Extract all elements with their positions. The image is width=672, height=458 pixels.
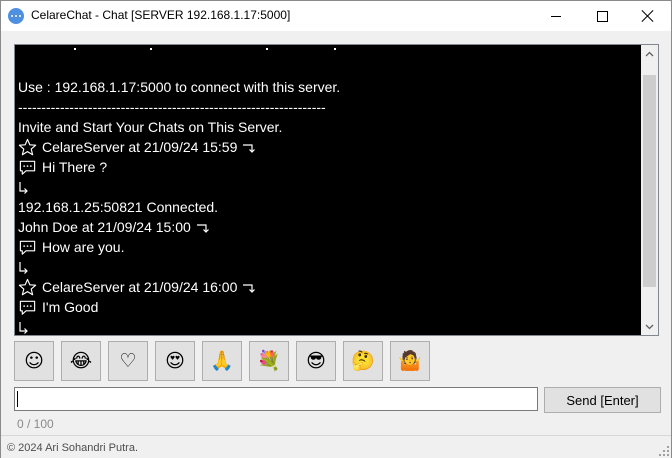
smiling-face-emoji-button[interactable]: ☺ [14,341,54,381]
chat-line-text: John Doe at 21/09/24 15:00 [18,219,191,235]
chat-scrollbar[interactable] [641,45,658,335]
bouquet-emoji-button[interactable]: 💐 [249,341,289,381]
return-arrow-icon [242,279,256,299]
character-counter: 0 / 100 [17,417,54,431]
minimize-button[interactable] [533,1,579,31]
chat-line-text: How are you. [42,239,125,255]
copyright-text: © 2024 Ari Sohandri Putra. [7,442,139,454]
chat-line: John Doe at 21/09/24 15:00 [18,217,638,237]
chevron-up-icon [645,51,654,56]
shrug-emoji-button[interactable]: 🤷 [390,341,430,381]
chat-line [18,45,638,57]
send-button[interactable]: Send [Enter] [544,387,661,413]
chat-line-text: CelareServer at 21/09/24 15:59 [42,139,238,155]
maximize-icon [596,10,608,22]
app-chat-icon [8,8,24,24]
cut-off-text-fragment [74,48,336,50]
chat-line-text: I'm Good [42,299,99,315]
chat-window: CelareChat - Chat [SERVER 192.168.1.17:5… [0,0,672,458]
return-arrow-icon [196,219,209,239]
maximize-button[interactable] [579,1,625,31]
chat-line-text: Invite and Start Your Chats on This Serv… [18,119,283,135]
chat-line: How are you. [18,237,638,257]
speech-bubble-icon [18,297,38,317]
folded-hands-emoji-button[interactable]: 🙏 [202,341,242,381]
chat-line: Hi There ? [18,157,638,177]
thinking-face-emoji-button[interactable]: 🤔 [343,341,383,381]
chat-line: 192.168.1.25:50821 Connected. [18,197,638,217]
chat-line: CelareServer at 21/09/24 16:00 [18,277,638,297]
chat-log[interactable]: Use : 192.168.1.17:5000 to connect with … [14,44,659,336]
chat-line: I'm Good [18,297,638,317]
chat-line-text: Use : 192.168.1.17:5000 to connect with … [18,79,341,95]
title-bar[interactable]: CelareChat - Chat [SERVER 192.168.1.17:5… [1,1,671,31]
window-title: CelareChat - Chat [SERVER 192.168.1.17:5… [31,8,291,22]
minimize-icon [551,15,561,17]
close-icon [642,10,654,22]
status-bar: © 2024 Ari Sohandri Putra. [1,435,671,458]
chat-line: CelareServer at 21/09/24 15:59 [18,137,638,157]
chat-lines: Use : 192.168.1.17:5000 to connect with … [18,45,638,335]
speech-bubble-icon [18,237,38,257]
resize-grip-icon[interactable] [659,446,669,456]
scroll-thumb[interactable] [643,75,656,287]
scroll-down-button[interactable] [641,318,658,335]
text-caret [17,391,18,407]
heart-emoji-button[interactable]: ♡ [108,341,148,381]
chat-line [18,177,638,197]
reply-arrow-icon [18,317,30,335]
chat-line [18,317,638,335]
chat-line-text: Hi There ? [42,159,108,175]
chat-line-text: ----------------------------------------… [18,99,326,115]
star-icon [18,137,38,157]
chat-line: ----------------------------------------… [18,97,638,117]
chevron-down-icon [645,324,654,329]
heart-eyes-emoji-button[interactable]: 😍 [155,341,195,381]
chat-line [18,57,638,77]
tears-of-joy-emoji-button[interactable]: 😂 [61,341,101,381]
chat-line: Invite and Start Your Chats on This Serv… [18,117,638,137]
chat-line [18,257,638,277]
reply-arrow-icon [18,257,30,277]
star-icon [18,277,38,297]
return-arrow-icon [242,139,256,159]
sunglasses-emoji-button[interactable]: 😎 [296,341,336,381]
chat-line-text: 192.168.1.25:50821 Connected. [18,199,219,215]
close-button[interactable] [625,1,671,31]
message-input[interactable] [14,387,538,411]
reply-arrow-icon [18,177,30,197]
chat-line: Use : 192.168.1.17:5000 to connect with … [18,77,638,97]
scroll-up-button[interactable] [641,45,658,62]
chat-line-text: CelareServer at 21/09/24 16:00 [42,279,238,295]
speech-bubble-icon [18,157,38,177]
